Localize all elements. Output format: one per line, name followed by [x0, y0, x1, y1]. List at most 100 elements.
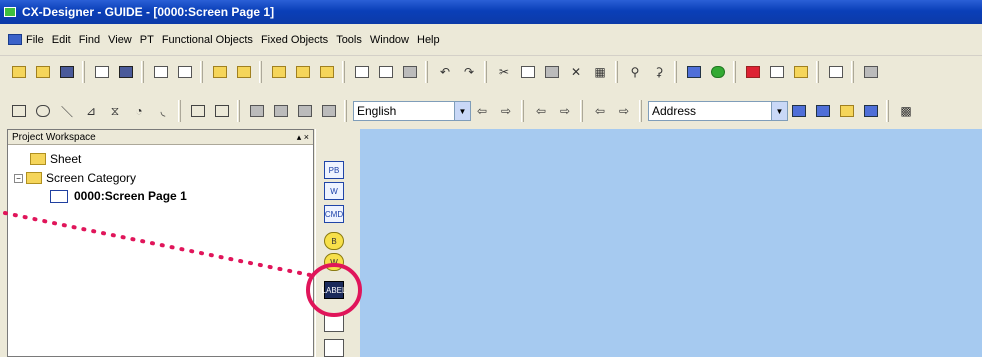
label-next-icon[interactable]: ⇨ [495, 100, 517, 122]
save-all-icon[interactable] [56, 61, 78, 83]
delete-icon[interactable]: ✕ [565, 61, 587, 83]
window-title: CX-Designer - GUIDE - [0000:Screen Page … [22, 5, 275, 19]
checkbox-icon[interactable] [683, 61, 705, 83]
menu-file[interactable]: File [26, 34, 44, 46]
transfer-icon[interactable] [268, 61, 290, 83]
csv-export-icon[interactable] [233, 61, 255, 83]
wizard-icon[interactable] [742, 61, 764, 83]
workspace-title: Project Workspace [12, 131, 96, 143]
page-prev-icon[interactable]: ⇦ [530, 100, 552, 122]
id-display-icon[interactable] [812, 100, 834, 122]
bit-lamp-tool[interactable]: B [324, 232, 344, 250]
check-icon[interactable] [766, 61, 788, 83]
print-icon[interactable] [399, 61, 421, 83]
toolbar-separator [141, 61, 144, 83]
list-icon[interactable] [825, 61, 847, 83]
word-lamp-tool[interactable]: W [324, 253, 344, 271]
tree-item-label: 0000:Screen Page 1 [74, 189, 187, 203]
rectangle-icon[interactable] [8, 100, 30, 122]
polyline-icon[interactable]: ⊿ [80, 100, 102, 122]
menu-pt[interactable]: PT [140, 34, 154, 46]
bring-front-icon[interactable] [246, 100, 268, 122]
frame-prev-icon[interactable]: ⇦ [589, 100, 611, 122]
menu-view[interactable]: View [108, 34, 132, 46]
test-icon[interactable] [707, 61, 729, 83]
select-mode-icon[interactable] [860, 100, 882, 122]
grid-icon[interactable]: ▦ [589, 61, 611, 83]
zoom-icon[interactable] [836, 100, 858, 122]
push-button-tool[interactable]: PB [324, 161, 344, 179]
drawing-toolbar: ＼ ⊿ ⧖ ◔ ◟ English ▼ ⇦ ⇨ ⇦ ⇨ ⇦ ⇨ Address … [0, 96, 982, 126]
language-select-value: English [357, 104, 397, 118]
save-icon[interactable] [115, 61, 137, 83]
transfer-to-icon[interactable] [292, 61, 314, 83]
grid-pattern-icon[interactable]: ▩ [895, 100, 917, 122]
copy-icon[interactable] [517, 61, 539, 83]
polygon-icon[interactable]: ⧖ [104, 100, 126, 122]
undo-icon[interactable]: ↶ [434, 61, 456, 83]
paste-icon[interactable] [541, 61, 563, 83]
ungroup-icon[interactable] [211, 100, 233, 122]
menu-help[interactable]: Help [417, 34, 440, 46]
csv-import-icon[interactable] [209, 61, 231, 83]
document-icon[interactable] [8, 34, 22, 45]
toolbar-separator [580, 100, 583, 122]
transfer-from-icon[interactable] [316, 61, 338, 83]
chevron-down-icon[interactable]: ▼ [771, 102, 787, 120]
paste-screen-icon[interactable] [174, 61, 196, 83]
command-button-tool[interactable]: CMD [324, 205, 344, 223]
new-page-icon[interactable] [91, 61, 113, 83]
circle-icon[interactable] [32, 100, 54, 122]
toolbar-separator [425, 61, 428, 83]
tree-item-screen-category[interactable]: − Screen Category [14, 170, 136, 186]
cut-icon[interactable]: ✂ [493, 61, 515, 83]
page-next-icon[interactable]: ⇨ [554, 100, 576, 122]
line-icon[interactable]: ＼ [56, 100, 78, 122]
menu-tools[interactable]: Tools [336, 34, 362, 46]
group-icon[interactable] [187, 100, 209, 122]
arc-icon[interactable]: ◟ [152, 100, 174, 122]
menu-fixed-objects[interactable]: Fixed Objects [261, 34, 328, 46]
copy-screen-icon[interactable] [150, 61, 172, 83]
print-preview-icon[interactable] [375, 61, 397, 83]
address-select[interactable]: Address ▼ [648, 101, 788, 121]
toolbar-separator [851, 61, 854, 83]
sector-icon[interactable]: ◔ [128, 100, 150, 122]
toolbar-separator [615, 61, 618, 83]
tree-item-screen-page[interactable]: 0000:Screen Page 1 [50, 188, 187, 204]
replace-icon[interactable]: ⚳ [648, 61, 670, 83]
label-prev-icon[interactable]: ⇦ [471, 100, 493, 122]
forward-icon[interactable] [294, 100, 316, 122]
help-icon[interactable] [860, 61, 882, 83]
find-icon[interactable]: ⚲ [624, 61, 646, 83]
verify-icon[interactable] [790, 61, 812, 83]
screen-canvas[interactable] [360, 129, 982, 357]
app-icon [4, 7, 16, 17]
word-button-tool[interactable]: W [324, 182, 344, 200]
tree-item-sheet[interactable]: Sheet [30, 151, 81, 167]
frame-next-icon[interactable]: ⇨ [613, 100, 635, 122]
new-icon[interactable] [8, 61, 30, 83]
backward-icon[interactable] [318, 100, 340, 122]
address-display-icon[interactable] [788, 100, 810, 122]
numeral-display-icon[interactable] [324, 314, 344, 332]
menu-edit[interactable]: Edit [52, 34, 71, 46]
tree-item-label: Sheet [50, 152, 82, 166]
page-icon[interactable] [351, 61, 373, 83]
workspace-controls[interactable]: ▴ × [297, 132, 309, 143]
redo-icon[interactable]: ↷ [458, 61, 480, 83]
chevron-down-icon[interactable]: ▼ [454, 102, 470, 120]
menu-find[interactable]: Find [79, 34, 100, 46]
toolbar-separator [237, 100, 240, 122]
string-display-icon[interactable] [324, 339, 344, 357]
menu-window[interactable]: Window [370, 34, 409, 46]
standard-toolbar: ↶ ↷ ✂ ✕ ▦ ⚲ ⚳ [0, 57, 982, 87]
workspace-header: Project Workspace ▴ × [8, 130, 313, 145]
menu-functional-objects[interactable]: Functional Objects [162, 34, 253, 46]
send-back-icon[interactable] [270, 100, 292, 122]
collapse-icon[interactable]: − [14, 173, 23, 183]
toolbar-separator [639, 100, 642, 122]
open-icon[interactable] [32, 61, 54, 83]
label-tool[interactable]: LABEL [322, 281, 346, 299]
language-select[interactable]: English ▼ [353, 101, 471, 121]
